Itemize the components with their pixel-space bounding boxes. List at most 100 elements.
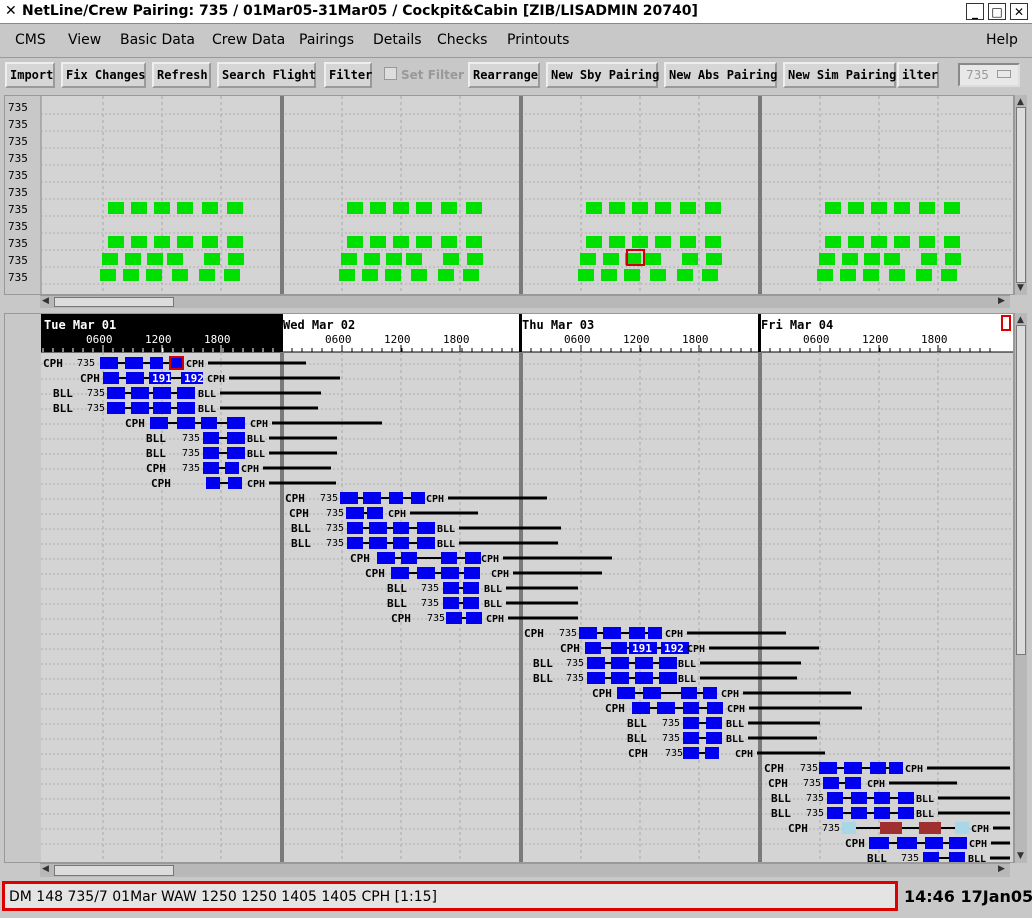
new-sby-pairing-button[interactable]: New Sby Pairing [546, 62, 659, 88]
flight-leg-block [650, 269, 666, 281]
checkbox-icon [384, 67, 397, 80]
flight-leg-block [167, 253, 183, 265]
flight-leg-block [949, 837, 967, 849]
overview-hscroll-thumb[interactable] [54, 297, 174, 307]
flight-leg-block [611, 672, 629, 684]
start-station-label: CPH [560, 642, 580, 655]
pairing-gantt-chart: Tue Mar 010600 1200 1800Wed Mar 020600 1200… [5, 314, 1013, 862]
end-station-label: BLL [484, 584, 502, 595]
flight-leg-block [466, 612, 482, 624]
day-label: Tue Mar 01 [44, 318, 116, 332]
filter-button[interactable]: Filter [324, 62, 372, 88]
scroll-right-icon[interactable]: ▶ [998, 864, 1005, 874]
scroll-left-icon[interactable]: ◀ [42, 296, 49, 306]
flight-leg-block [851, 792, 867, 804]
dropdown-icon [996, 70, 1011, 78]
hour-label: 1800 [682, 333, 709, 346]
rearrange-button[interactable]: Rearrange [468, 62, 540, 88]
flight-leg-block [680, 202, 696, 214]
menu-pairings[interactable]: Pairings [299, 32, 354, 48]
end-station-label: BLL [678, 659, 696, 670]
flight-leg-block [126, 372, 144, 384]
overview-panel[interactable]: 735 735 735 735 735 735 735 735 735 735 735 [4, 95, 1014, 295]
flight-leg-block [177, 417, 195, 429]
menu-view[interactable]: View [68, 32, 101, 48]
next-day-marker [1001, 315, 1011, 331]
flight-leg-block [898, 807, 914, 819]
gantt-horizontal-scrollbar[interactable]: ◀ ▶ [40, 863, 1010, 877]
scroll-down-icon[interactable]: ▼ [1017, 851, 1024, 861]
end-station-label: BLL [916, 809, 934, 820]
menu-printouts[interactable]: Printouts [507, 32, 569, 48]
new-sim-pairing-button[interactable]: New Sim Pairing [783, 62, 896, 88]
menu-crew-data[interactable]: Crew Data [212, 32, 285, 48]
day-divider [758, 96, 762, 294]
flight-leg-block [925, 837, 943, 849]
fleet-selector[interactable]: 735 [958, 63, 1020, 87]
flight-leg-block [340, 492, 358, 504]
menu-basic-data[interactable]: Basic Data [120, 32, 195, 48]
scroll-left-icon[interactable]: ◀ [42, 864, 49, 874]
clock: 14:46 17Jan05 [904, 887, 1032, 906]
hour-label: 0600 [325, 333, 352, 346]
start-station-label: CPH [151, 477, 171, 490]
fix-changes-button[interactable]: Fix Changes [61, 62, 146, 88]
minimize-button[interactable]: _ [966, 3, 984, 20]
flight-leg-block [177, 202, 193, 214]
flight-leg-block [206, 477, 220, 489]
row-label: 735 [8, 101, 28, 114]
scroll-up-icon[interactable]: ▲ [1017, 315, 1024, 325]
day-divider [758, 352, 762, 862]
flight-leg-block [632, 236, 648, 248]
search-flight-button[interactable]: Search Flight [217, 62, 316, 88]
gantt-panel[interactable]: Tue Mar 01 0600 1200 1800 Wed Mar 02 0600 1200… [4, 313, 1014, 863]
x-window-icon[interactable]: ✕ [5, 3, 17, 19]
gantt-hscroll-thumb[interactable] [54, 865, 174, 876]
flight-leg-block [869, 837, 889, 849]
gantt-vscroll-thumb[interactable] [1016, 325, 1026, 655]
flight-leg-block [894, 202, 910, 214]
overview-vertical-scrollbar[interactable]: ▲ ▼ [1014, 95, 1027, 295]
scroll-down-icon[interactable]: ▼ [1017, 283, 1024, 293]
flight-leg-block [446, 612, 462, 624]
end-station-label: BLL [198, 389, 216, 400]
flight-leg-block [632, 202, 648, 214]
flight-leg-block [611, 657, 629, 669]
end-station-label: CPH [481, 554, 499, 565]
overview-vscroll-thumb[interactable] [1016, 107, 1026, 283]
gantt-vertical-scrollbar[interactable]: ▲ ▼ [1014, 313, 1027, 863]
end-station-label: BLL [484, 599, 502, 610]
flight-leg-block [840, 269, 856, 281]
fleet-label: 735 [806, 793, 824, 804]
day-label: Thu Mar 03 [522, 318, 594, 332]
menu-checks[interactable]: Checks [437, 32, 487, 48]
menu-bar: CMS View Basic Data Crew Data Pairings D… [0, 24, 1032, 58]
fleet-label: 735 [665, 748, 683, 759]
row-label: 735 [8, 169, 28, 182]
flight-leg-block [842, 822, 856, 834]
flight-leg-block [131, 236, 147, 248]
end-station-label: BLL [726, 734, 744, 745]
flight-leg-block [389, 492, 403, 504]
new-abs-pairing-button[interactable]: New Abs Pairing [664, 62, 777, 88]
flight-leg-block [680, 236, 696, 248]
filter-partial-button[interactable]: ilter [897, 62, 939, 88]
menu-cms[interactable]: CMS [15, 32, 46, 48]
refresh-button[interactable]: Refresh [152, 62, 211, 88]
menu-help[interactable]: Help [986, 32, 1018, 48]
overview-horizontal-scrollbar[interactable]: ◀ ▶ [40, 295, 1010, 308]
start-station-label: CPH [43, 357, 63, 370]
close-button[interactable]: ✕ [1010, 3, 1028, 20]
maximize-button[interactable]: □ [988, 3, 1006, 20]
scroll-up-icon[interactable]: ▲ [1017, 97, 1024, 107]
scroll-right-icon[interactable]: ▶ [998, 296, 1005, 306]
flight-leg-block [611, 642, 627, 654]
set-filter-checkbox[interactable]: Set Filter [384, 67, 464, 82]
flight-leg-block [648, 627, 662, 639]
day-divider [519, 96, 523, 294]
flight-leg-block [103, 372, 119, 384]
end-station-label: CPH [241, 464, 259, 475]
end-station-label: BLL [198, 404, 216, 415]
import-button[interactable]: Import [5, 62, 55, 88]
menu-details[interactable]: Details [373, 32, 422, 48]
